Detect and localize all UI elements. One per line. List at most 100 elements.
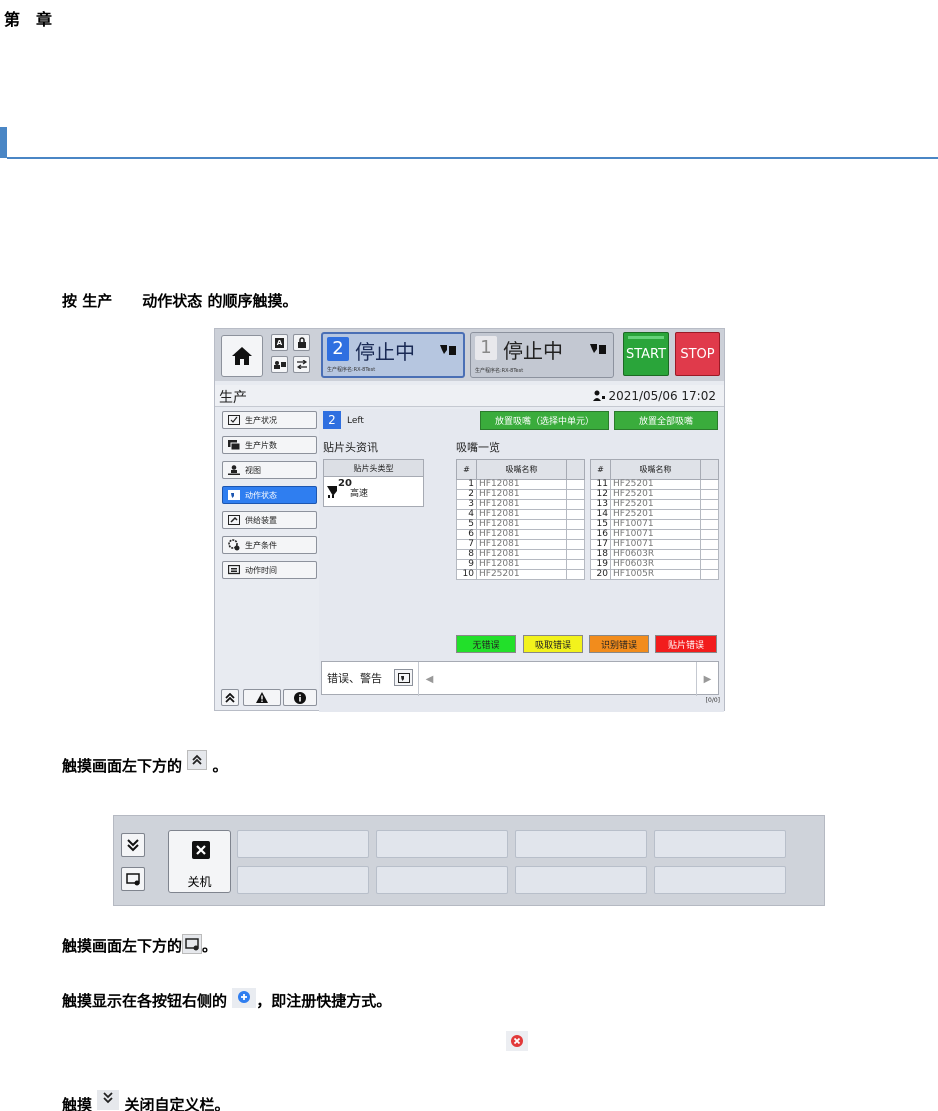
step5-part-a: 触摸 bbox=[62, 1096, 93, 1111]
table-row[interactable]: 20 HF1005R bbox=[590, 569, 719, 580]
production-screen-screenshot: A 2 停止中 生产程序名:RX-8Test 1 停止中 生产程序名:RX-8T… bbox=[214, 328, 725, 712]
nozzle-name: HF12081 bbox=[476, 529, 567, 540]
step1-part-b: 生产 bbox=[82, 292, 113, 310]
shortcut-slot-5[interactable] bbox=[237, 866, 369, 894]
transfer-button[interactable] bbox=[293, 356, 310, 373]
nozzle-index: 5 bbox=[456, 519, 477, 530]
nozzle-index: 3 bbox=[456, 499, 477, 510]
col-hash: # bbox=[590, 459, 611, 480]
info-button[interactable] bbox=[283, 689, 317, 706]
operator-button[interactable] bbox=[271, 356, 288, 373]
nozzle-table-right: # 吸嘴名称 11 HF25201 12 HF25201 13 HF25201 14 HF… bbox=[590, 459, 719, 580]
table-row[interactable]: 13 HF25201 bbox=[590, 499, 719, 510]
nozzle-index: 16 bbox=[590, 529, 611, 540]
section-header-bar bbox=[0, 127, 938, 159]
lock-button[interactable] bbox=[293, 334, 310, 351]
sidebar-item-board-count[interactable]: 生产片数 bbox=[222, 436, 317, 454]
error-next-button[interactable]: ▶ bbox=[696, 662, 718, 696]
warning-button[interactable] bbox=[243, 689, 281, 706]
sidebar-item-label: 动作时间 bbox=[245, 565, 277, 575]
shortcut-slot-2[interactable] bbox=[376, 830, 508, 858]
nozzle-name: HF25201 bbox=[610, 489, 701, 500]
error-warning-label: 错误、警告 bbox=[327, 672, 382, 685]
lane-1-status-panel[interactable]: 1 停止中 生产程序名:RX-8Test bbox=[470, 332, 614, 378]
step-2-text: 触摸画面左下方的 。 bbox=[62, 750, 228, 776]
clock-display: 2021/05/06 17:02 bbox=[608, 389, 716, 403]
nozzle-name: HF0603R bbox=[610, 549, 701, 560]
sidebar-item-operation-time[interactable]: 动作时间 bbox=[222, 561, 317, 579]
table-row[interactable]: 17 HF10071 bbox=[590, 539, 719, 550]
expand-bar-button[interactable] bbox=[221, 689, 239, 706]
lock-icon bbox=[297, 337, 306, 348]
table-row[interactable]: 19 HF0603R bbox=[590, 559, 719, 570]
table-row[interactable]: 9 HF12081 bbox=[456, 559, 585, 570]
table-row[interactable]: 4 HF12081 bbox=[456, 509, 585, 520]
delete-shortcut-icon bbox=[506, 1031, 528, 1051]
home-button[interactable] bbox=[221, 335, 263, 377]
nozzle-status bbox=[566, 479, 585, 490]
home-icon bbox=[232, 347, 252, 365]
shortcut-slot-4[interactable] bbox=[654, 830, 786, 858]
shortcut-slot-7[interactable] bbox=[515, 866, 647, 894]
letter-a-icon: A bbox=[275, 337, 284, 348]
error-counter: [0/0] bbox=[705, 697, 720, 704]
lane-2-number: 2 bbox=[327, 337, 349, 361]
release-all-nozzles-button[interactable]: 放置全部吸嘴 bbox=[614, 411, 718, 430]
lane-2-head-icon bbox=[440, 345, 456, 355]
table-header: # 吸嘴名称 bbox=[590, 459, 719, 480]
legend-placement-error: 贴片错误 bbox=[655, 635, 717, 653]
sidebar: 生产状况 生产片数 视图 动作状态 供给装置 生产条件 动作时间 bbox=[215, 409, 319, 712]
start-button[interactable]: START bbox=[623, 332, 669, 376]
error-prev-button[interactable]: ◀ bbox=[418, 662, 440, 696]
nozzle-name: HF12081 bbox=[476, 509, 567, 520]
lane-2-status: 停止中 bbox=[355, 340, 415, 364]
table-row[interactable]: 14 HF25201 bbox=[590, 509, 719, 520]
edit-shortcuts-button[interactable] bbox=[121, 867, 145, 891]
table-row[interactable]: 1 HF12081 bbox=[456, 479, 585, 490]
shortcut-slot-1[interactable] bbox=[237, 830, 369, 858]
lane-2-status-panel[interactable]: 2 停止中 生产程序名:RX-8Test bbox=[321, 332, 465, 378]
table-row[interactable]: 15 HF10071 bbox=[590, 519, 719, 530]
double-chevron-up-icon bbox=[187, 750, 208, 770]
nozzle-name: HF12081 bbox=[476, 499, 567, 510]
table-row[interactable]: 18 HF0603R bbox=[590, 549, 719, 560]
access-level-button[interactable]: A bbox=[271, 334, 288, 351]
table-row[interactable]: 5 HF12081 bbox=[456, 519, 585, 530]
nozzle-name: HF12081 bbox=[476, 549, 567, 560]
table-row[interactable]: 11 HF25201 bbox=[590, 479, 719, 490]
table-row[interactable]: 6 HF12081 bbox=[456, 529, 585, 540]
sidebar-item-action-status[interactable]: 动作状态 bbox=[222, 486, 317, 504]
sidebar-item-view[interactable]: 视图 bbox=[222, 461, 317, 479]
release-selected-nozzles-button[interactable]: 放置吸嘴（选择中单元） bbox=[480, 411, 609, 430]
shortcut-slot-6[interactable] bbox=[376, 866, 508, 894]
lane-1-status: 停止中 bbox=[503, 339, 563, 363]
legend-recognition-error: 识别错误 bbox=[589, 635, 649, 653]
sidebar-item-feeder[interactable]: 供给装置 bbox=[222, 511, 317, 529]
sidebar-item-production-conditions[interactable]: 生产条件 bbox=[222, 536, 317, 554]
head-type-header: 贴片头类型 bbox=[324, 460, 423, 477]
shortcut-slot-3[interactable] bbox=[515, 830, 647, 858]
table-row[interactable]: 7 HF12081 bbox=[456, 539, 585, 550]
table-row[interactable]: 16 HF10071 bbox=[590, 529, 719, 540]
step4-part-b: ，即注册快捷方式。 bbox=[256, 992, 392, 1010]
nozzle-index: 17 bbox=[590, 539, 611, 550]
lane-1-program-name: 生产程序名:RX-8Test bbox=[475, 368, 524, 374]
sidebar-item-production-status[interactable]: 生产状况 bbox=[222, 411, 317, 429]
nozzle-index: 7 bbox=[456, 539, 477, 550]
nozzle-status bbox=[700, 529, 719, 540]
table-row[interactable]: 2 HF12081 bbox=[456, 489, 585, 500]
stop-button[interactable]: STOP bbox=[675, 332, 720, 376]
shortcut-slot-8[interactable] bbox=[654, 866, 786, 894]
collapse-bar-button[interactable] bbox=[121, 833, 145, 857]
table-row[interactable]: 8 HF12081 bbox=[456, 549, 585, 560]
nozzle-status bbox=[700, 519, 719, 530]
error-screen-button[interactable] bbox=[394, 669, 413, 686]
custom-bar-screenshot: 关机 bbox=[113, 815, 825, 906]
page-title: 生产 bbox=[219, 390, 247, 406]
section-rule bbox=[7, 157, 938, 159]
table-row[interactable]: 3 HF12081 bbox=[456, 499, 585, 510]
table-row[interactable]: 12 HF25201 bbox=[590, 489, 719, 500]
table-row[interactable]: 10 HF25201 bbox=[456, 569, 585, 580]
shutdown-button[interactable]: 关机 bbox=[168, 830, 231, 893]
shutdown-label: 关机 bbox=[187, 875, 212, 889]
